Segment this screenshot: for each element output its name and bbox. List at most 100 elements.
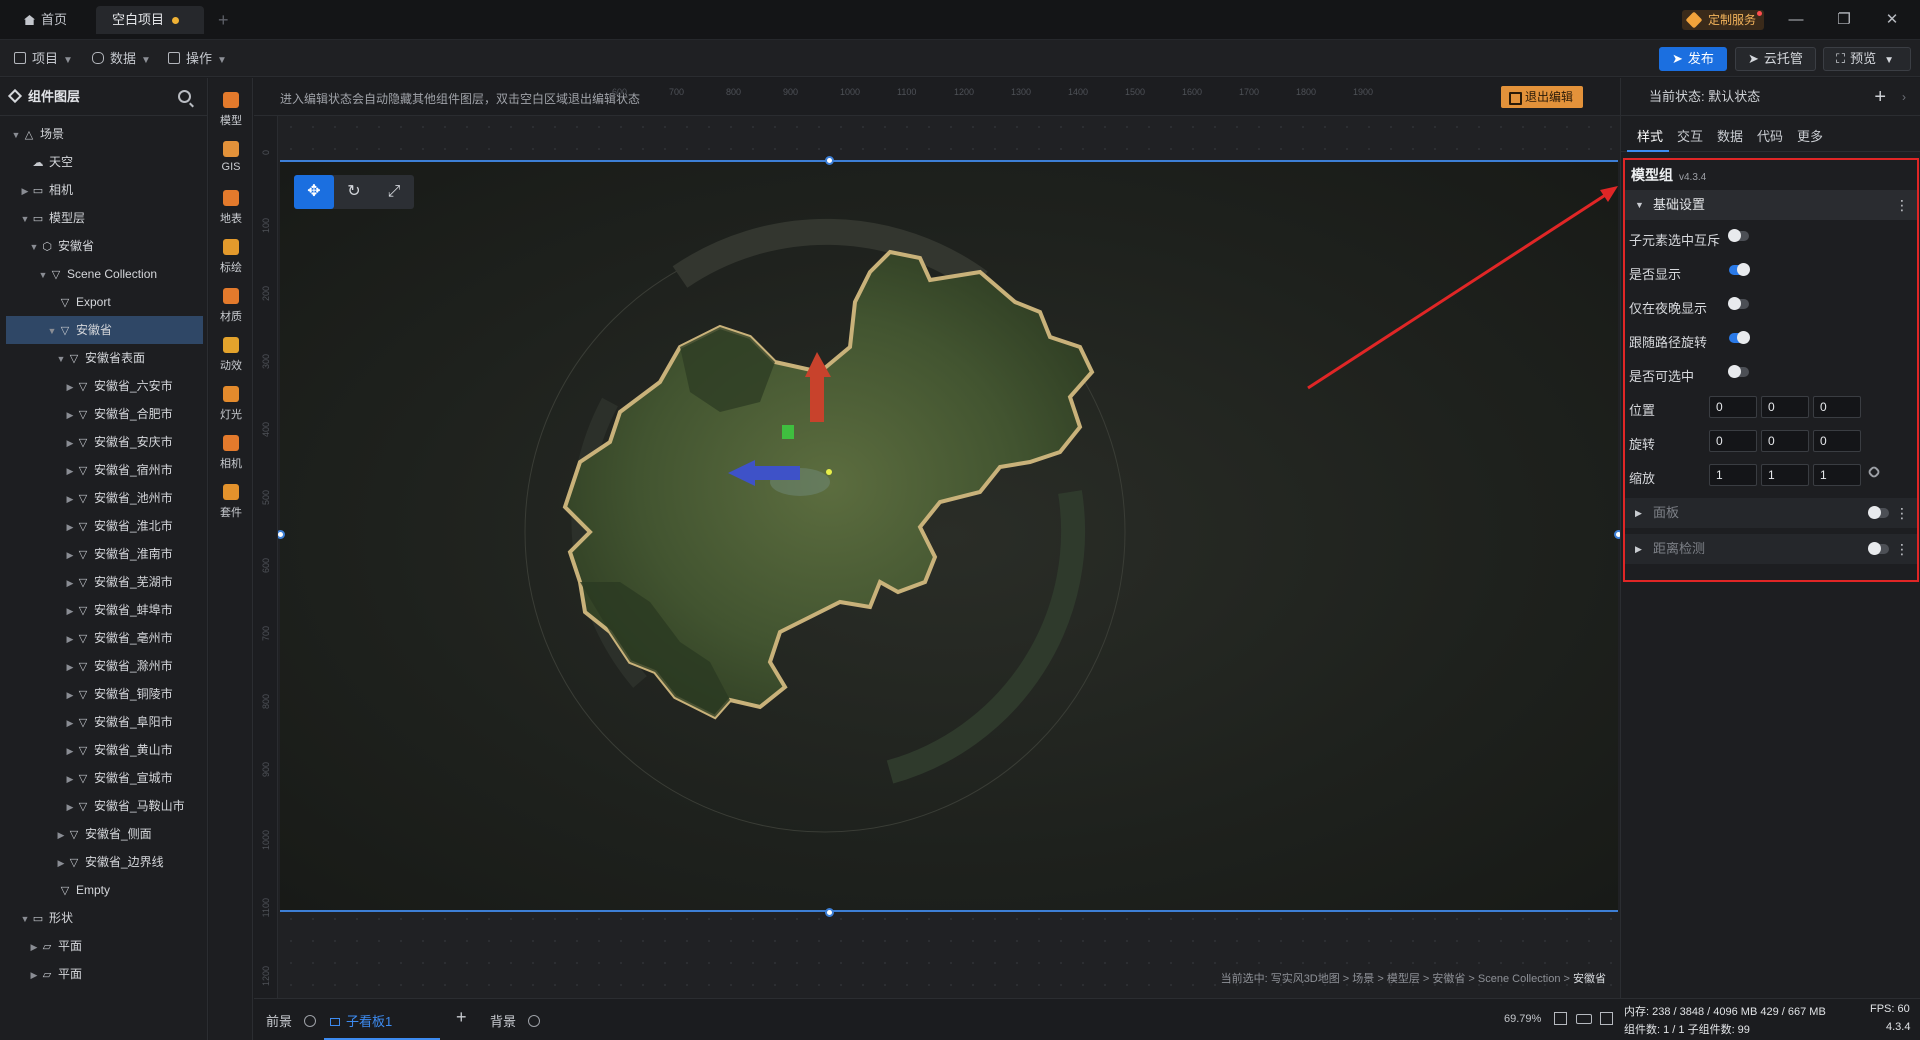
gizmo-x-axis-arrow[interactable]	[750, 466, 800, 480]
layer-tree-item[interactable]: ▽ Export	[0, 288, 207, 316]
expand-arrow-icon[interactable]: ▶	[28, 933, 40, 961]
layer-tree-item[interactable]: ▶ ▽ 安徽省_阜阳市	[0, 708, 207, 736]
expand-arrow-icon[interactable]: ▶	[64, 793, 76, 821]
toggle-switch[interactable]	[1728, 297, 1749, 310]
position-y-input[interactable]: 0	[1761, 396, 1809, 418]
add-board-button[interactable]: +	[456, 1007, 467, 1028]
tab-more[interactable]: 更多	[1797, 126, 1823, 145]
expand-arrow-icon[interactable]: ▶	[28, 961, 40, 989]
toolbox-item[interactable]: 动效	[209, 337, 253, 373]
background-tab[interactable]: 背景	[490, 1011, 540, 1030]
layer-tree-item[interactable]: ▼ ▽ 安徽省	[6, 316, 203, 344]
expand-arrow-icon[interactable]: ▶	[64, 765, 76, 793]
layer-tree-item[interactable]: ▼ △ 场景	[0, 120, 207, 148]
expand-arrow-icon[interactable]: ▶	[64, 681, 76, 709]
section-basic-settings[interactable]: ▼ 基础设置 ⋮	[1625, 190, 1917, 220]
expand-arrow-icon[interactable]: ▶	[64, 373, 76, 401]
tab-interaction[interactable]: 交互	[1677, 126, 1703, 145]
resize-handle-top[interactable]	[825, 156, 834, 165]
foreground-tab[interactable]: 前景	[266, 1011, 316, 1030]
gizmo-z-axis-handle[interactable]	[782, 425, 794, 439]
rotation-z-input[interactable]: 0	[1813, 430, 1861, 452]
restore-button[interactable]: ❐	[1832, 8, 1856, 32]
minimize-button[interactable]: —	[1784, 8, 1808, 32]
expand-arrow-icon[interactable]: ▶	[64, 513, 76, 541]
expand-arrow-icon[interactable]: ▼	[19, 905, 31, 933]
more-vertical-icon[interactable]: ⋮	[1895, 534, 1909, 564]
expand-arrow-icon[interactable]: ▼	[10, 121, 22, 149]
publish-button[interactable]: ➤ 发布	[1659, 47, 1727, 71]
section-distance-detect[interactable]: ▶ 距离检测 ⋮	[1625, 534, 1917, 564]
layer-tree-item[interactable]: ▶ ▽ 安徽省_亳州市	[0, 624, 207, 652]
expand-arrow-icon[interactable]: ▶	[64, 653, 76, 681]
layer-tree-item[interactable]: ☁ 天空	[0, 148, 207, 176]
layer-tree-item[interactable]: ▶ ▽ 安徽省_边界线	[0, 848, 207, 876]
layer-tree-item[interactable]: ▶ ▱ 平面	[0, 960, 207, 988]
layer-tree-item[interactable]: ▶ ▽ 安徽省_黄山市	[0, 736, 207, 764]
add-circle-icon[interactable]	[303, 1015, 316, 1027]
position-x-input[interactable]: 0	[1709, 396, 1757, 418]
expand-arrow-icon[interactable]: ▶	[64, 401, 76, 429]
expand-arrow-icon[interactable]: ▶	[64, 541, 76, 569]
rotate-tool-button[interactable]: ↻	[334, 175, 374, 209]
cloud-hosting-button[interactable]: ➤ 云托管	[1735, 47, 1816, 71]
tab-style[interactable]: 样式	[1637, 126, 1663, 145]
layer-tree-item[interactable]: ▶ ▽ 安徽省_滁州市	[0, 652, 207, 680]
layer-tree-item[interactable]: ▼ ▽ 安徽省表面	[0, 344, 207, 372]
expand-arrow-icon[interactable]: ▶	[55, 849, 67, 877]
layer-tree-item[interactable]: ▼ ▭ 形状	[0, 904, 207, 932]
keyboard-icon[interactable]	[1576, 1014, 1592, 1024]
layer-tree-item[interactable]: ▶ ▽ 安徽省_宣城市	[0, 764, 207, 792]
toolbox-item[interactable]: 标绘	[209, 239, 253, 275]
expand-arrow-icon[interactable]: ▶	[64, 737, 76, 765]
expand-arrow-icon[interactable]: ▼	[19, 205, 31, 233]
panel-toggle[interactable]	[1868, 506, 1889, 519]
layer-tree-item[interactable]: ▶ ▽ 安徽省_安庆市	[0, 428, 207, 456]
expand-arrow-icon[interactable]: ▼	[28, 233, 40, 261]
position-z-input[interactable]: 0	[1813, 396, 1861, 418]
preview-button[interactable]: ⛶ 预览 ▼	[1823, 47, 1911, 71]
expand-arrow-icon[interactable]: ▶	[64, 709, 76, 737]
layer-tree-item[interactable]: ▶ ▽ 安徽省_淮南市	[0, 540, 207, 568]
custom-service-button[interactable]: 定制服务	[1682, 10, 1765, 30]
expand-arrow-icon[interactable]: ▶	[64, 597, 76, 625]
add-state-icon[interactable]: +	[1874, 78, 1886, 116]
toolbox-item[interactable]: GIS	[209, 141, 253, 173]
toolbox-item[interactable]: 地表	[209, 190, 253, 226]
toolbox-item[interactable]: 材质	[209, 288, 253, 324]
rotation-y-input[interactable]: 0	[1761, 430, 1809, 452]
search-icon[interactable]	[178, 90, 191, 103]
tab-code[interactable]: 代码	[1757, 126, 1783, 145]
terminal-icon[interactable]	[1600, 1012, 1613, 1025]
expand-arrow-icon[interactable]: ▶	[64, 485, 76, 513]
expand-arrow-icon[interactable]: ▶	[64, 429, 76, 457]
add-tab-button[interactable]: +	[218, 6, 229, 34]
menu-operation[interactable]: 操作 ▼	[168, 49, 227, 69]
exit-edit-button[interactable]: 退出编辑	[1501, 86, 1584, 108]
move-tool-button[interactable]: ✥	[294, 175, 334, 209]
tab-project[interactable]: 空白项目	[96, 6, 204, 34]
layer-tree-item[interactable]: ▶ ▽ 安徽省_合肥市	[0, 400, 207, 428]
toolbox-item[interactable]: 套件	[209, 484, 253, 520]
expand-arrow-icon[interactable]: ▶	[55, 821, 67, 849]
layer-tree-item[interactable]: ▶ ▱ 平面	[0, 932, 207, 960]
lock-ratio-icon[interactable]	[1866, 464, 1882, 480]
menu-project[interactable]: 项目 ▼	[14, 49, 73, 69]
layer-tree-item[interactable]: ▶ ▽ 安徽省_马鞍山市	[0, 792, 207, 820]
resize-handle-bottom[interactable]	[825, 908, 834, 917]
layer-tree-item[interactable]: ▶ ▽ 安徽省_淮北市	[0, 512, 207, 540]
layer-tree-item[interactable]: ▶ ▽ 安徽省_芜湖市	[0, 568, 207, 596]
toolbox-item[interactable]: 相机	[209, 435, 253, 471]
toggle-switch[interactable]	[1729, 263, 1750, 276]
subboard-tab[interactable]: 子看板1	[330, 1011, 392, 1030]
expand-arrow-icon[interactable]: ▼	[55, 345, 67, 373]
tab-data[interactable]: 数据	[1717, 126, 1743, 145]
expand-arrow-icon[interactable]: ▼	[46, 317, 58, 345]
toolbox-item[interactable]: 灯光	[209, 386, 253, 422]
add-circle-icon[interactable]	[527, 1015, 540, 1027]
scale-y-input[interactable]: 1	[1761, 464, 1809, 486]
layer-tree-item[interactable]: ▶ ▽ 安徽省_池州市	[0, 484, 207, 512]
expand-arrow-icon[interactable]: ▶	[64, 569, 76, 597]
rotation-x-input[interactable]: 0	[1709, 430, 1757, 452]
layer-tree-item[interactable]: ▶ ▽ 安徽省_侧面	[0, 820, 207, 848]
